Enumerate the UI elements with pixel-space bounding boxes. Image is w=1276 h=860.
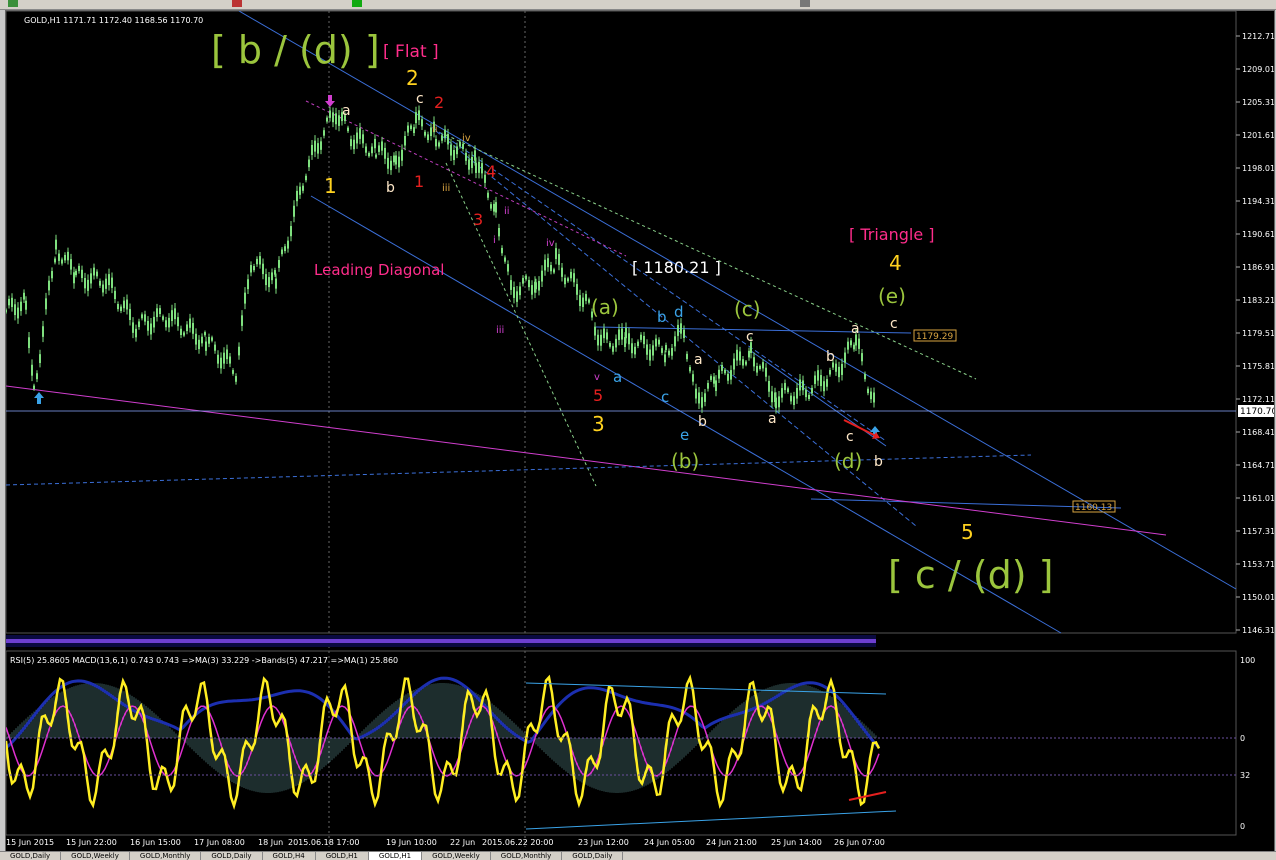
time-axis: 15 Jun 2015 15 Jun 22:00 16 Jun 15:00 17 Ju… bbox=[6, 838, 885, 847]
svg-text:5: 5 bbox=[961, 520, 974, 544]
label-1180: [ 1180.21 ] bbox=[632, 258, 721, 277]
toolbar bbox=[0, 0, 1276, 10]
time-tick-label: 15 Jun 22:00 bbox=[66, 838, 117, 847]
svg-text:b: b bbox=[698, 414, 707, 430]
time-tick-label: 24 Jun 21:00 bbox=[706, 838, 757, 847]
price-tick-label: 1172.11 bbox=[1242, 395, 1274, 404]
svg-text:c: c bbox=[661, 388, 669, 406]
time-tick-label: 23 Jun 12:00 bbox=[578, 838, 629, 847]
label-b-d: [ b / (d) ] bbox=[211, 28, 380, 72]
arrow-icon[interactable] bbox=[8, 0, 18, 7]
indicator-header: RSI(5) 25.8605 MACD(13,6,1) 0.743 0.743 … bbox=[10, 656, 398, 665]
price-tick-label: 1168.41 bbox=[1242, 428, 1274, 437]
price-tick-label: 1205.31 bbox=[1242, 98, 1274, 107]
time-tick-label: 15 Jun 2015 bbox=[6, 838, 54, 847]
svg-text:3: 3 bbox=[592, 412, 605, 436]
label-flat: [ Flat ] bbox=[383, 42, 439, 62]
svg-text:c: c bbox=[890, 316, 898, 332]
svg-text:v: v bbox=[594, 372, 600, 383]
price-tick-label: 1186.91 bbox=[1242, 263, 1274, 272]
svg-text:b: b bbox=[826, 349, 835, 365]
price-tick-label: 1153.71 bbox=[1242, 560, 1274, 569]
price-tick-label: 1164.71 bbox=[1242, 461, 1274, 470]
svg-text:b: b bbox=[657, 308, 667, 326]
time-tick-label: 22 Jun bbox=[450, 838, 475, 847]
symbol-info: GOLD,H1 1171.71 1172.40 1168.56 1170.70 bbox=[24, 16, 203, 25]
svg-text:a: a bbox=[851, 321, 860, 337]
price-tick-label: 1150.01 bbox=[1242, 593, 1274, 602]
svg-text:(c): (c) bbox=[734, 297, 761, 321]
svg-text:a: a bbox=[768, 411, 777, 427]
svg-text:(b): (b) bbox=[671, 449, 699, 473]
svg-text:0: 0 bbox=[1240, 734, 1245, 743]
svg-text:2: 2 bbox=[406, 66, 419, 90]
svg-text:4: 4 bbox=[889, 251, 902, 275]
price-tick-label: 1175.81 bbox=[1242, 362, 1274, 371]
green-plus-icon[interactable] bbox=[352, 0, 362, 7]
svg-text:c: c bbox=[416, 91, 424, 107]
price-tick-label: 1190.61 bbox=[1242, 230, 1274, 239]
price-tick-label: 1209.01 bbox=[1242, 65, 1274, 74]
price-tick-label: 1157.31 bbox=[1242, 527, 1274, 536]
svg-text:a: a bbox=[694, 352, 703, 368]
svg-text:(e): (e) bbox=[878, 284, 906, 308]
label-c-d: [ c / (d) ] bbox=[888, 553, 1053, 597]
label-leading-diagonal: Leading Diagonal bbox=[314, 261, 444, 279]
time-tick-label: 26 Jun 07:00 bbox=[834, 838, 885, 847]
svg-text:iv: iv bbox=[462, 133, 471, 144]
svg-text:c: c bbox=[746, 329, 754, 345]
price-tick-label: 1198.01 bbox=[1242, 164, 1274, 173]
current-price-label: 1170.70 bbox=[1240, 407, 1274, 417]
time-tick-label: 2015.06.18 17:00 bbox=[288, 838, 359, 847]
svg-text:1: 1 bbox=[324, 174, 337, 198]
svg-text:b: b bbox=[874, 454, 883, 470]
price-tick-label: 1201.61 bbox=[1242, 131, 1274, 140]
time-tick-label: 24 Jun 05:00 bbox=[644, 838, 695, 847]
time-tick-label: 16 Jun 15:00 bbox=[130, 838, 181, 847]
svg-text:3: 3 bbox=[473, 210, 483, 229]
chart-canvas[interactable]: 1212.71 1209.01 1205.31 1201.61 1198.01 1194.… bbox=[6, 11, 1274, 857]
svg-text:(a): (a) bbox=[591, 295, 619, 319]
price-tick-label: 1212.71 bbox=[1242, 32, 1274, 41]
price-tick-label: 1183.21 bbox=[1242, 296, 1274, 305]
time-tick-label: 17 Jun 08:00 bbox=[194, 838, 245, 847]
level-1179-label: 1179.29 bbox=[916, 332, 953, 342]
gear-icon[interactable] bbox=[800, 0, 810, 7]
time-tick-label: 18 Jun bbox=[258, 838, 283, 847]
svg-text:a: a bbox=[342, 103, 351, 119]
svg-text:ii: ii bbox=[432, 124, 438, 135]
svg-text:0: 0 bbox=[1240, 822, 1245, 831]
svg-text:c: c bbox=[846, 429, 854, 445]
time-tick-label: 19 Jun 10:00 bbox=[386, 838, 437, 847]
cross-icon[interactable] bbox=[232, 0, 242, 7]
svg-text:i: i bbox=[493, 235, 496, 246]
time-tick-label: 25 Jun 14:00 bbox=[771, 838, 822, 847]
price-tick-label: 1179.51 bbox=[1242, 329, 1274, 338]
svg-text:iii: iii bbox=[442, 183, 450, 194]
svg-text:iv: iv bbox=[546, 238, 555, 249]
chart-window[interactable]: 1212.71 1209.01 1205.31 1201.61 1198.01 1194.… bbox=[5, 10, 1275, 858]
level-1160-label: 1160.13 bbox=[1075, 503, 1112, 513]
label-triangle: [ Triangle ] bbox=[849, 225, 935, 244]
svg-text:(d): (d) bbox=[834, 449, 862, 473]
svg-text:iii: iii bbox=[496, 325, 504, 336]
svg-text:ii: ii bbox=[504, 206, 510, 217]
svg-text:5: 5 bbox=[593, 386, 603, 405]
svg-text:e: e bbox=[680, 426, 689, 444]
time-tick-label: 2015.06.22 20:00 bbox=[482, 838, 553, 847]
svg-text:b: b bbox=[386, 180, 395, 196]
svg-text:4: 4 bbox=[486, 162, 496, 181]
price-axis: 1212.71 1209.01 1205.31 1201.61 1198.01 1194.… bbox=[1236, 32, 1274, 635]
svg-text:100: 100 bbox=[1240, 656, 1255, 665]
svg-text:1: 1 bbox=[414, 172, 424, 191]
price-tick-label: 1146.31 bbox=[1242, 626, 1274, 635]
price-tick-label: 1161.01 bbox=[1242, 494, 1274, 503]
price-tick-label: 1194.31 bbox=[1242, 197, 1274, 206]
svg-text:32: 32 bbox=[1240, 771, 1250, 780]
svg-text:a: a bbox=[613, 368, 622, 386]
svg-text:2: 2 bbox=[434, 93, 444, 112]
svg-text:d: d bbox=[674, 303, 684, 321]
